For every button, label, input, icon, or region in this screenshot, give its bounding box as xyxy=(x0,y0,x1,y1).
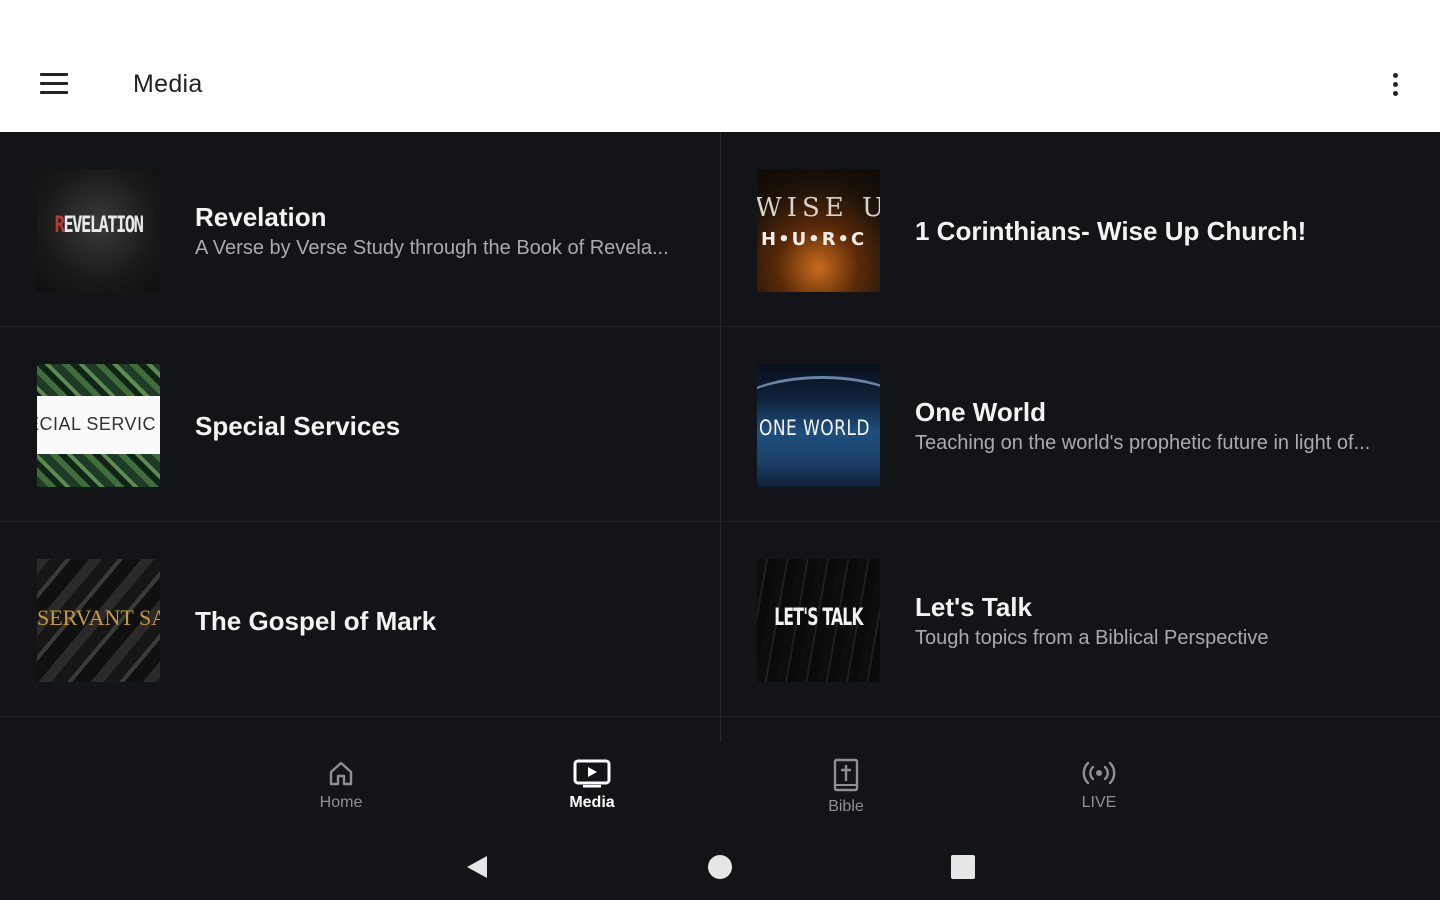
media-item-title: Let's Talk xyxy=(915,592,1032,622)
bottom-navigation: Home Media Bible LIVE xyxy=(0,742,1440,832)
media-item-special-services[interactable]: ECIAL SERVIC Special Services xyxy=(0,327,720,522)
media-grid: REVELATION Revelation A Verse by Verse S… xyxy=(0,132,1440,742)
media-thumbnail: LET'S TALK xyxy=(757,559,880,682)
media-play-icon xyxy=(573,759,611,788)
more-vertical-icon[interactable] xyxy=(1382,68,1408,102)
media-item-title: Revelation xyxy=(195,202,327,232)
nav-tab-home[interactable]: Home xyxy=(281,758,401,822)
media-item-subtitle: A Verse by Verse Study through the Book … xyxy=(195,237,669,259)
media-item-title: One World xyxy=(915,397,1046,427)
nav-tab-media[interactable]: Media xyxy=(532,758,652,822)
media-thumbnail: SERVANT SA xyxy=(37,559,160,682)
status-bar xyxy=(0,0,1440,40)
thumbnail-text: SERVANT SA xyxy=(37,605,160,630)
media-item-one-world[interactable]: ONE WORLD One World Teaching on the worl… xyxy=(720,327,1440,522)
page-title: Media xyxy=(133,70,203,98)
recents-square-icon[interactable] xyxy=(948,852,978,882)
media-thumbnail: WISE UP H•U•R•C xyxy=(757,169,880,292)
thumbnail-text: LET'S TALK xyxy=(774,603,863,631)
app-bar: Media xyxy=(0,40,1440,132)
media-thumbnail: ONE WORLD xyxy=(757,364,880,487)
media-thumbnail: REVELATION xyxy=(37,169,160,292)
media-item-title: 1 Corinthians- Wise Up Church! xyxy=(915,216,1307,246)
media-thumbnail: ECIAL SERVIC xyxy=(37,364,160,487)
media-item-1-corinthians[interactable]: WISE UP H•U•R•C 1 Corinthians- Wise Up C… xyxy=(720,132,1440,327)
nav-tab-label: Home xyxy=(319,794,363,811)
thumbnail-text: H•U•R•C xyxy=(761,229,867,250)
nav-tab-label: Bible xyxy=(828,798,864,815)
media-item-lets-talk[interactable]: LET'S TALK Let's Talk Tough topics from … xyxy=(720,522,1440,717)
media-item-title: The Gospel of Mark xyxy=(195,606,437,636)
thumbnail-text: WISE UP xyxy=(757,193,880,223)
bible-icon xyxy=(833,758,859,792)
media-item-subtitle: Teaching on the world's prophetic future… xyxy=(915,432,1371,454)
nav-tab-bible[interactable]: Bible xyxy=(786,758,906,822)
live-broadcast-icon xyxy=(1082,761,1116,785)
hamburger-menu-icon[interactable] xyxy=(36,70,72,100)
thumbnail-text: ECIAL SERVIC xyxy=(37,414,157,434)
thumbnail-text: EVELATION xyxy=(63,213,144,238)
thumbnail-text: ONE WORLD xyxy=(759,416,870,440)
nav-tab-label: Media xyxy=(569,794,615,811)
media-item-subtitle: Tough topics from a Biblical Perspective xyxy=(915,627,1269,649)
nav-tab-live[interactable]: LIVE xyxy=(1039,758,1159,822)
system-navigation-bar xyxy=(0,832,1440,900)
media-item-revelation[interactable]: REVELATION Revelation A Verse by Verse S… xyxy=(0,132,720,327)
media-item-title: Special Services xyxy=(195,411,401,441)
nav-tab-label: LIVE xyxy=(1081,794,1117,811)
back-triangle-icon[interactable] xyxy=(462,852,492,882)
home-icon xyxy=(329,761,353,786)
media-item-gospel-of-mark[interactable]: SERVANT SA The Gospel of Mark xyxy=(0,522,720,717)
home-circle-icon[interactable] xyxy=(705,852,735,882)
